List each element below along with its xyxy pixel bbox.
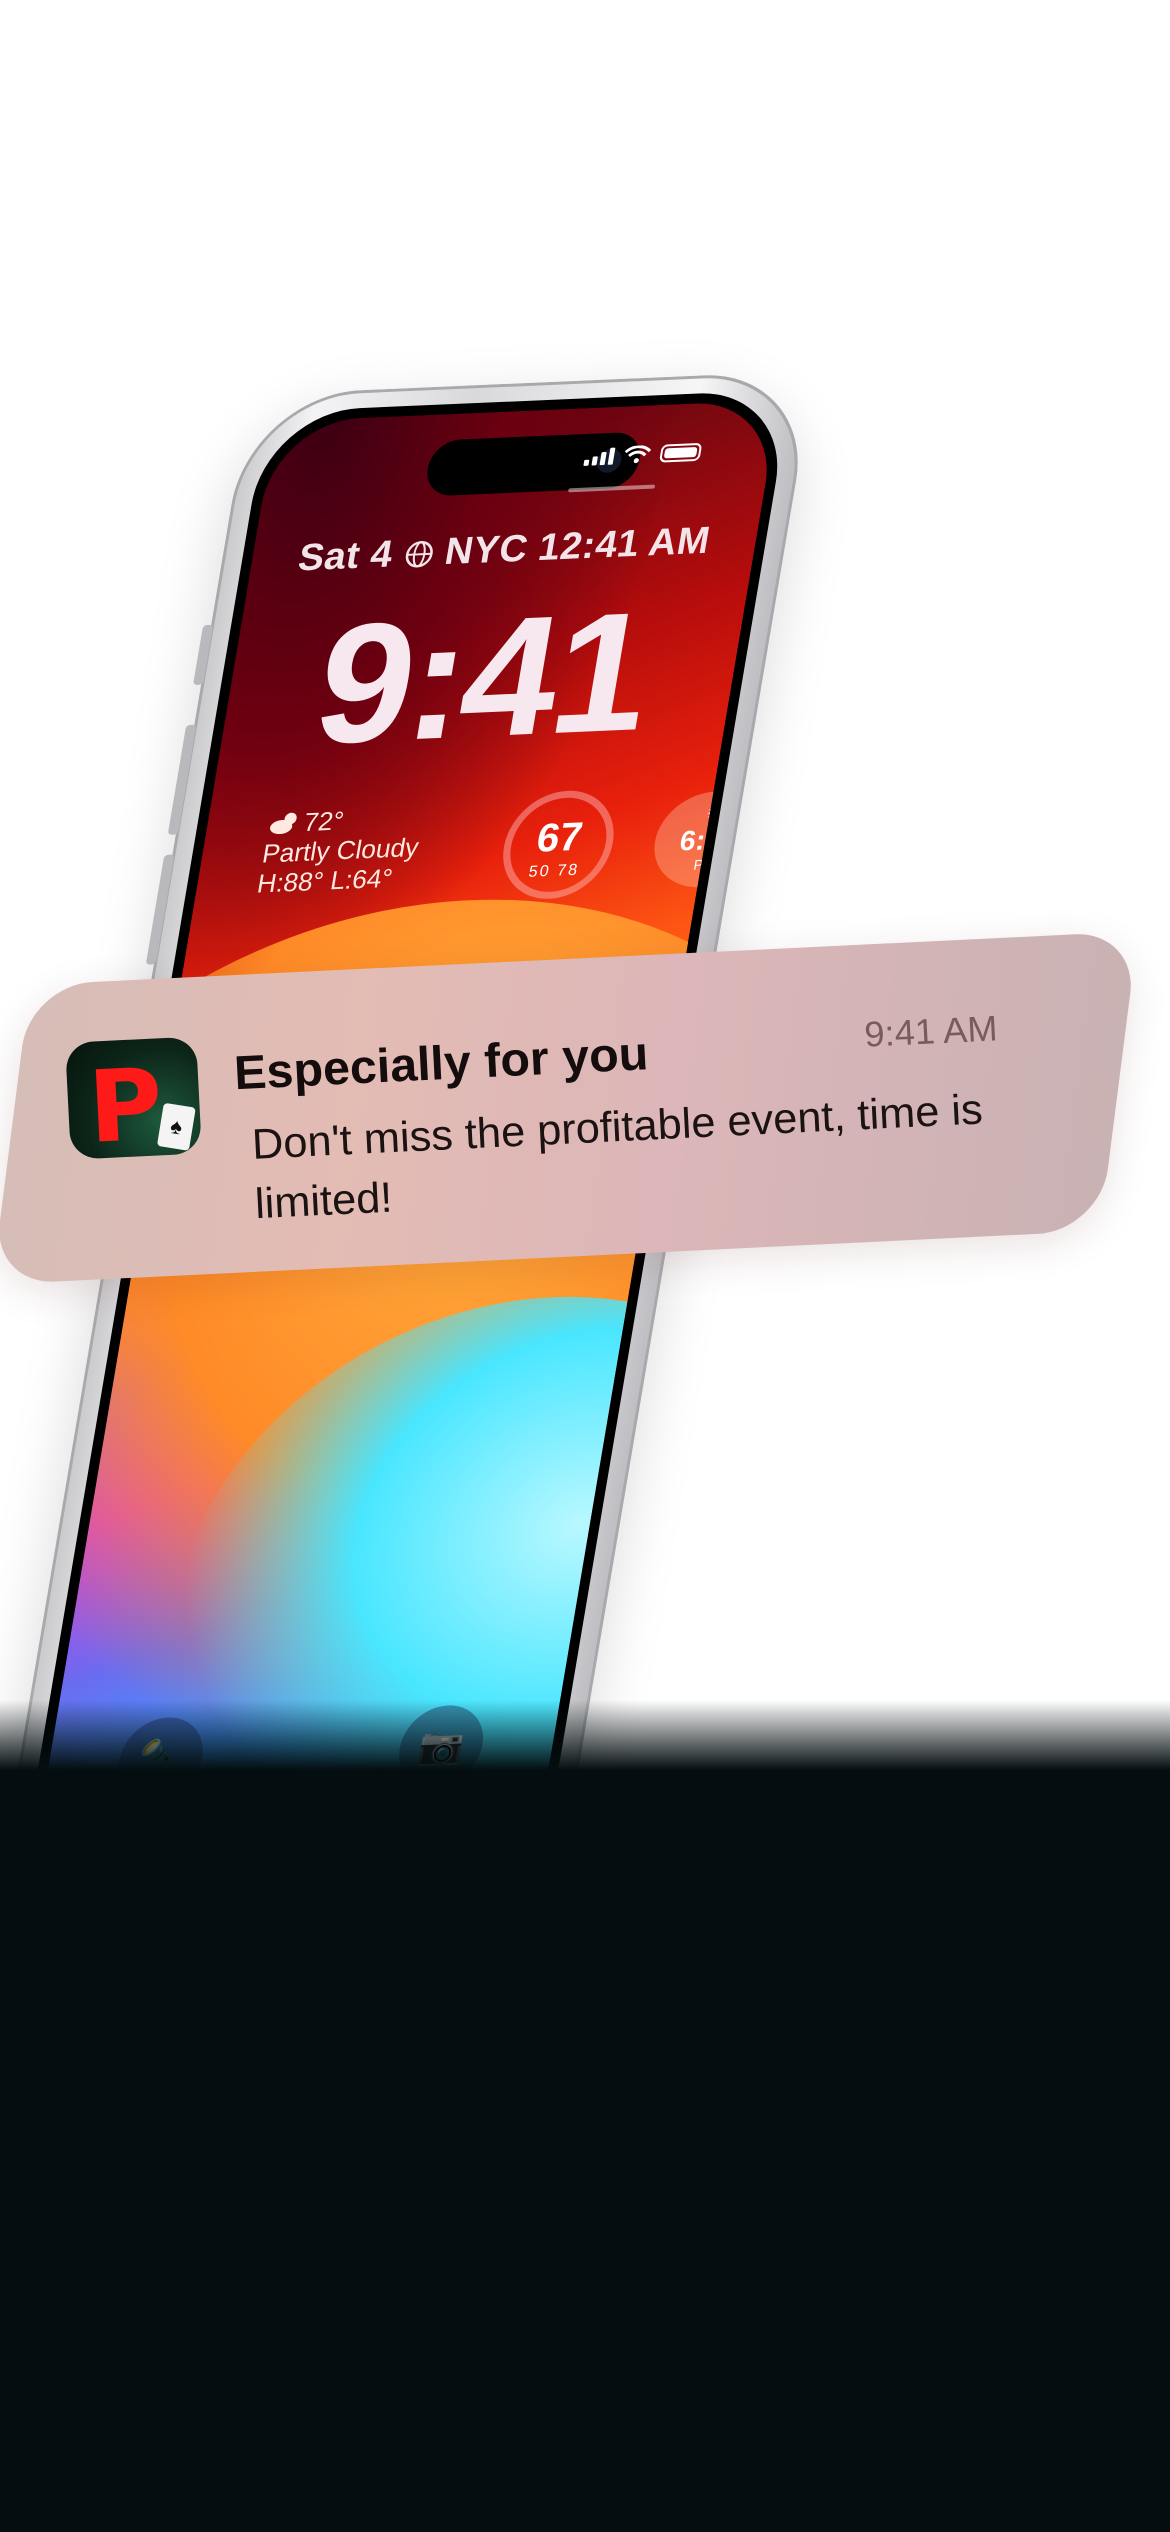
sunset-time: 6:06 <box>677 823 740 857</box>
weather-high-low: H:88° L:64° <box>255 862 395 899</box>
partly-cloudy-icon <box>269 812 297 835</box>
lock-clock: 9:41 <box>302 576 662 781</box>
volume-down-button <box>145 854 175 965</box>
sunset-icon: ☼ <box>703 800 724 822</box>
bottom-dark-panel <box>0 1700 1170 2532</box>
status-bar <box>583 442 703 466</box>
aqi-value: 67 <box>533 814 586 861</box>
app-icon-letter: P <box>85 1046 166 1160</box>
sunset-widget[interactable]: ☼ 6:06 PM <box>646 789 771 890</box>
world-clock-label: NYC 12:41 AM <box>441 519 714 574</box>
volume-up-button <box>167 724 197 835</box>
date-label: Sat 4 <box>295 533 397 580</box>
notification-title: Especially for you <box>232 1027 650 1101</box>
aqi-widget[interactable]: 67 50 78 <box>494 788 622 902</box>
battery-icon <box>658 442 703 463</box>
weather-widget[interactable]: 72° Partly Cloudy H:88° L:64° <box>255 802 426 899</box>
poker-app-icon: P ♠ <box>65 1036 202 1160</box>
aqi-range: 50 78 <box>527 861 581 881</box>
globe-icon <box>405 541 433 568</box>
playing-card-icon: ♠ <box>156 1102 196 1151</box>
notification-body: Don't miss the profitable event, time is… <box>250 1085 984 1229</box>
notification-banner[interactable]: P ♠ Especially for you 9:41 AM Don't mis… <box>0 931 1139 1285</box>
weather-temperature: 72° <box>301 805 347 838</box>
wifi-icon <box>624 445 652 464</box>
action-button <box>193 624 214 686</box>
cellular-signal-icon <box>583 447 616 466</box>
notification-time: 9:41 AM <box>863 1007 999 1055</box>
sunset-period: PM <box>692 855 717 873</box>
